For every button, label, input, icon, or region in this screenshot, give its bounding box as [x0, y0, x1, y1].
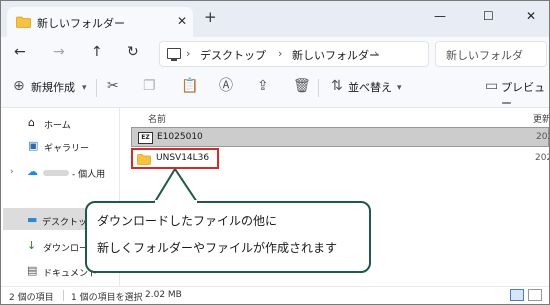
plus-circle-icon[interactable]: ⊕ [13, 78, 25, 94]
divider [96, 79, 97, 97]
new-tab-button[interactable]: + [204, 10, 217, 25]
address-bar[interactable]: › デスクトップ › 新しいフォルダー › [159, 41, 429, 67]
sort-icon[interactable]: ⇅ [331, 78, 343, 94]
sort-button[interactable]: 並べ替え [348, 79, 392, 95]
sidebar-item-label: ホーム [44, 121, 71, 131]
delete-icon[interactable]: 🗑 [293, 78, 311, 94]
tab-title: 新しいフォルダー [37, 17, 125, 30]
details-view-icon[interactable] [510, 289, 524, 301]
tab-close-icon[interactable]: ✕ [177, 14, 187, 28]
column-header-date[interactable]: 更新 [533, 112, 549, 125]
rename-icon[interactable]: Ⓐ [219, 78, 233, 94]
tiles-view-icon[interactable] [528, 289, 542, 301]
title-bar: 新しいフォルダー ✕ + — ☐ ✕ [1, 1, 549, 37]
status-bar: 2 個の項目 1 個の項目を選択 2.02 MB [1, 286, 549, 304]
explorer-window: 新しいフォルダー ✕ + — ☐ ✕ ← → ↑ ↻ › デスクトップ › 新し… [0, 0, 550, 305]
chevron-down-icon[interactable]: ▾ [82, 80, 87, 96]
file-name: E1025010 [157, 132, 203, 142]
gallery-icon: ▣ [28, 139, 39, 152]
breadcrumb-chevron-icon[interactable]: › [374, 47, 378, 60]
red-highlight-box [131, 148, 219, 169]
sidebar-item-label: - 個人用 [72, 170, 106, 180]
command-bar: ⊕ 新規作成 ▾ ✂ ❐ 📋 Ⓐ ⇪ 🗑 ⇅ 並べ替え ▾ ▭ プレビュー [1, 69, 549, 111]
address-bar-row: ← → ↑ ↻ › デスクトップ › 新しいフォルダー › 新しいフォルダ [1, 37, 549, 69]
divider [318, 79, 319, 97]
download-icon: ↓ [27, 239, 37, 252]
folder-icon [16, 16, 31, 31]
maximize-button[interactable]: ☐ [483, 9, 494, 23]
share-icon[interactable]: ⇪ [257, 78, 269, 94]
item-count: 2 個の項目 [9, 293, 54, 303]
breadcrumb-chevron-icon[interactable]: › [186, 47, 190, 60]
copy-icon[interactable]: ❐ [143, 78, 156, 94]
blurred-account-name [43, 170, 69, 176]
cut-icon[interactable]: ✂ [107, 78, 119, 94]
home-icon: ⌂ [28, 116, 35, 129]
callout-text-line1: ダウンロードしたファイルの他に [97, 214, 278, 228]
file-row[interactable]: EZ E1025010 2025 [131, 127, 549, 147]
breadcrumb-chevron-icon[interactable]: › [278, 47, 282, 60]
sidebar-item-label: ギャラリー [44, 144, 90, 154]
chevron-right-icon[interactable]: › [10, 166, 14, 178]
breadcrumb-new-folder[interactable]: 新しいフォルダー [292, 47, 380, 63]
file-date: 2025 [536, 132, 549, 142]
minimize-button[interactable]: — [434, 9, 446, 23]
preview-button[interactable]: プレビュー [501, 79, 549, 111]
folder-date: 2025 [535, 153, 549, 163]
close-window-button[interactable]: ✕ [526, 9, 536, 23]
callout-joint [155, 200, 197, 203]
tab-new-folder[interactable]: 新しいフォルダー ✕ [7, 7, 193, 37]
callout-text-line2: 新しくフォルダーやファイルが作成されます [97, 241, 338, 255]
onedrive-icon: ☁ [27, 165, 38, 178]
selected-size: 2.02 MB [145, 290, 182, 300]
up-arrow-icon[interactable]: ↑ [91, 44, 103, 60]
document-icon: ▤ [27, 264, 38, 277]
desktop-icon: ▬ [27, 213, 38, 226]
archive-file-icon: EZ [138, 132, 153, 144]
pc-icon [167, 48, 181, 61]
divider [63, 290, 64, 301]
paste-icon[interactable]: 📋 [181, 78, 198, 94]
selected-count: 1 個の項目を選択 [71, 293, 143, 303]
callout-bubble: ダウンロードしたファイルの他に 新しくフォルダーやファイルが作成されます [85, 201, 371, 273]
chevron-down-icon[interactable]: ▾ [397, 80, 402, 96]
search-placeholder: 新しいフォルダ [446, 49, 523, 62]
column-header-name[interactable]: 名前 [148, 112, 166, 125]
back-arrow-icon[interactable]: ← [14, 44, 26, 60]
new-button[interactable]: 新規作成 [31, 79, 75, 95]
forward-arrow-icon[interactable]: → [53, 44, 65, 60]
preview-icon[interactable]: ▭ [485, 78, 498, 94]
refresh-icon[interactable]: ↻ [127, 44, 139, 60]
search-input[interactable]: 新しいフォルダ [435, 41, 547, 67]
breadcrumb-desktop[interactable]: デスクトップ [200, 47, 266, 63]
